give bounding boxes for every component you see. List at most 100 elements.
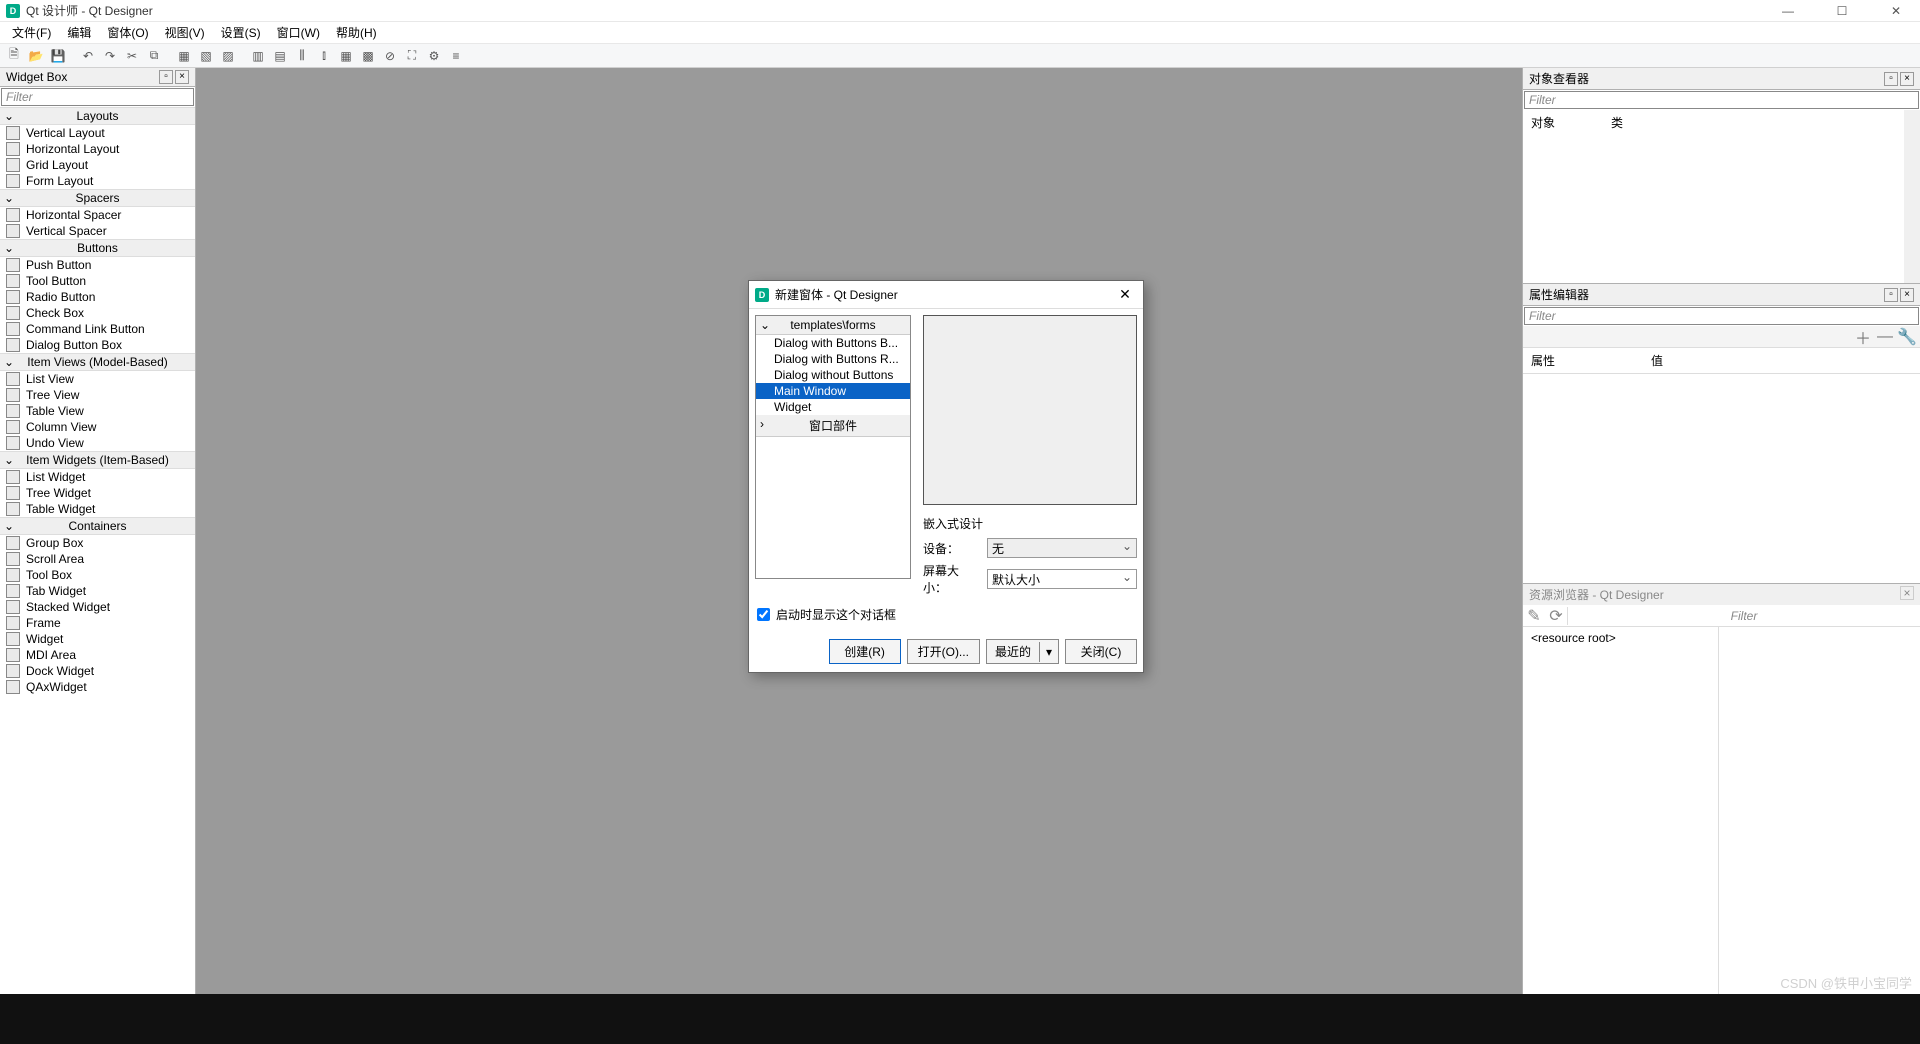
recent-button[interactable]: 最近的▾: [986, 639, 1059, 664]
widgets-root[interactable]: ›窗口部件: [756, 415, 910, 437]
object-inspector-filter[interactable]: Filter: [1524, 91, 1919, 109]
template-item[interactable]: Dialog with Buttons R...: [756, 351, 910, 367]
menu-settings[interactable]: 设置(S): [213, 22, 269, 43]
panel-float-icon[interactable]: ▫: [1884, 288, 1898, 302]
widget-box-list[interactable]: ⌄LayoutsVertical LayoutHorizontal Layout…: [0, 107, 195, 994]
edit-resources-icon[interactable]: ✎: [1523, 606, 1545, 626]
template-root[interactable]: ⌄templates\forms: [756, 316, 910, 335]
widget-item[interactable]: Stacked Widget: [0, 599, 195, 615]
widget-item[interactable]: Widget: [0, 631, 195, 647]
panel-float-icon[interactable]: ▫: [1884, 72, 1898, 86]
widget-item[interactable]: MDI Area: [0, 647, 195, 663]
resource-tree[interactable]: <resource root>: [1523, 627, 1719, 994]
redo-icon[interactable]: ↷: [100, 46, 120, 66]
device-select[interactable]: 无: [987, 538, 1137, 558]
widget-item[interactable]: Frame: [0, 615, 195, 631]
class-col[interactable]: 类: [1603, 110, 1631, 135]
widget-item[interactable]: Vertical Layout: [0, 125, 195, 141]
hlayout-icon[interactable]: ▥: [248, 46, 268, 66]
open-button[interactable]: 打开(O)...: [907, 639, 980, 664]
grid-icon[interactable]: ▦: [336, 46, 356, 66]
scrollbar[interactable]: [1904, 110, 1920, 283]
widget-category[interactable]: ⌄Spacers: [0, 189, 195, 207]
close-dialog-button[interactable]: 关闭(C): [1065, 639, 1137, 664]
property-editor-table[interactable]: [1523, 374, 1920, 583]
menu-edit[interactable]: 编辑: [59, 22, 99, 43]
dialog-close-button[interactable]: ✕: [1113, 286, 1137, 303]
panel-close-icon[interactable]: ×: [1900, 586, 1914, 600]
value-col[interactable]: 值: [1643, 348, 1671, 373]
panel-close-icon[interactable]: ×: [1900, 288, 1914, 302]
widget-item[interactable]: Form Layout: [0, 173, 195, 189]
vlayout-icon[interactable]: ▤: [270, 46, 290, 66]
new-file-icon[interactable]: 🗎: [4, 46, 24, 66]
menu-form[interactable]: 窗体(O): [99, 22, 156, 43]
panel-close-icon[interactable]: ×: [1900, 72, 1914, 86]
send-back-icon[interactable]: ▧: [196, 46, 216, 66]
break-layout-icon[interactable]: ⊘: [380, 46, 400, 66]
widget-item[interactable]: Table View: [0, 403, 195, 419]
widget-item[interactable]: Horizontal Layout: [0, 141, 195, 157]
widget-item[interactable]: Dock Widget: [0, 663, 195, 679]
widget-item[interactable]: List View: [0, 371, 195, 387]
template-item[interactable]: Dialog with Buttons B...: [756, 335, 910, 351]
widget-item[interactable]: Tab Widget: [0, 583, 195, 599]
widget-category[interactable]: ⌄Item Widgets (Item-Based): [0, 451, 195, 469]
panel-float-icon[interactable]: ▫: [159, 70, 173, 84]
widget-category[interactable]: ⌄Item Views (Model-Based): [0, 353, 195, 371]
widget-category[interactable]: ⌄Buttons: [0, 239, 195, 257]
widget-item[interactable]: Column View: [0, 419, 195, 435]
add-property-icon[interactable]: ＋: [1854, 328, 1872, 346]
reload-resources-icon[interactable]: ⟳: [1545, 606, 1567, 626]
widget-item[interactable]: Tree View: [0, 387, 195, 403]
delete-icon[interactable]: ▨: [218, 46, 238, 66]
maximize-button[interactable]: ☐: [1824, 4, 1860, 18]
close-button[interactable]: ✕: [1878, 4, 1914, 18]
hsplit-icon[interactable]: ⫼: [292, 46, 312, 66]
template-item[interactable]: Widget: [756, 399, 910, 415]
widget-item[interactable]: List Widget: [0, 469, 195, 485]
template-item[interactable]: Dialog without Buttons: [756, 367, 910, 383]
property-editor-filter[interactable]: Filter: [1524, 307, 1919, 325]
widget-category[interactable]: ⌄Layouts: [0, 107, 195, 125]
template-tree[interactable]: ⌄templates\forms Dialog with Buttons B..…: [755, 315, 911, 579]
widget-item[interactable]: Scroll Area: [0, 551, 195, 567]
create-button[interactable]: 创建(R): [829, 639, 901, 664]
design-canvas[interactable]: D 新建窗体 - Qt Designer ✕ ⌄templates\forms …: [196, 68, 1522, 994]
widget-item[interactable]: Command Link Button: [0, 321, 195, 337]
form-icon[interactable]: ▩: [358, 46, 378, 66]
widget-item[interactable]: Dialog Button Box: [0, 337, 195, 353]
widget-item[interactable]: Grid Layout: [0, 157, 195, 173]
remove-property-icon[interactable]: —: [1876, 328, 1894, 346]
open-file-icon[interactable]: 📂: [26, 46, 46, 66]
bring-front-icon[interactable]: ▦: [174, 46, 194, 66]
widget-item[interactable]: Tool Button: [0, 273, 195, 289]
widget-item[interactable]: Tool Box: [0, 567, 195, 583]
widget-item[interactable]: Group Box: [0, 535, 195, 551]
widget-item[interactable]: Check Box: [0, 305, 195, 321]
widget-item[interactable]: Table Widget: [0, 501, 195, 517]
tab-order-icon[interactable]: ≡: [446, 46, 466, 66]
taskbar[interactable]: [0, 994, 1920, 1044]
config-icon[interactable]: 🔧: [1898, 328, 1916, 346]
undo-icon[interactable]: ↶: [78, 46, 98, 66]
object-inspector-table[interactable]: 对象 类: [1523, 110, 1920, 283]
widget-item[interactable]: Tree Widget: [0, 485, 195, 501]
widget-item[interactable]: Vertical Spacer: [0, 223, 195, 239]
object-col[interactable]: 对象: [1523, 110, 1603, 135]
adjust-size-icon[interactable]: ⛶: [402, 46, 422, 66]
menu-view[interactable]: 视图(V): [157, 22, 213, 43]
copy-icon[interactable]: ⧉: [144, 46, 164, 66]
vsplit-icon[interactable]: ⫾: [314, 46, 334, 66]
widget-item[interactable]: Horizontal Spacer: [0, 207, 195, 223]
menu-window[interactable]: 窗口(W): [269, 22, 328, 43]
save-file-icon[interactable]: 💾: [48, 46, 68, 66]
widget-box-filter[interactable]: Filter: [1, 88, 194, 106]
signals-icon[interactable]: ⚙: [424, 46, 444, 66]
screen-size-select[interactable]: 默认大小: [987, 569, 1137, 589]
widget-item[interactable]: Push Button: [0, 257, 195, 273]
cut-icon[interactable]: ✂: [122, 46, 142, 66]
show-on-startup-checkbox[interactable]: [757, 608, 770, 621]
panel-close-icon[interactable]: ×: [175, 70, 189, 84]
resource-filter[interactable]: Filter: [1567, 607, 1920, 625]
